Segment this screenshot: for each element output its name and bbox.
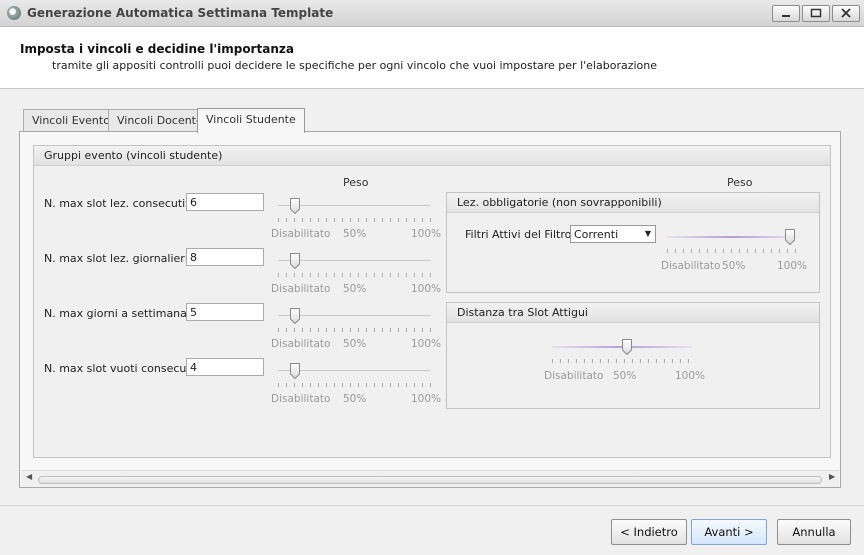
close-icon <box>833 6 859 21</box>
close-button[interactable] <box>832 5 860 22</box>
scale-max-label: 100% <box>411 338 442 350</box>
wizard-header: Imposta i vincoli e decidine l'importanz… <box>0 27 864 89</box>
peso-label-right: Peso <box>727 176 753 189</box>
distanza-group-title: Distanza tra Slot Attigui <box>457 306 588 319</box>
scale-mid-label: 50% <box>343 393 367 405</box>
distanza-scale-max: 100% <box>675 370 706 382</box>
scale-min-label: Disabilitato <box>271 283 331 295</box>
distanza-scale-min: Disabilitato <box>544 370 604 382</box>
scroll-right-icon[interactable]: ▶ <box>829 472 835 481</box>
filter-select-value: Correnti <box>574 228 619 241</box>
chevron-down-icon: ▼ <box>644 229 651 238</box>
constraint-value-input[interactable]: 5 <box>186 303 264 321</box>
tab-vincoli-evento[interactable]: Vincoli Evento <box>23 109 119 132</box>
lez-scale-max: 100% <box>777 260 808 272</box>
next-button[interactable]: Avanti > <box>691 519 767 545</box>
scale-min-label: Disabilitato <box>271 338 331 350</box>
weight-slider[interactable] <box>278 363 433 387</box>
distanza-weight-slider[interactable] <box>552 339 697 363</box>
scale-max-label: 100% <box>411 228 442 240</box>
weight-slider[interactable] <box>278 308 433 332</box>
scale-mid-label: 50% <box>343 228 367 240</box>
constraint-label: N. max slot vuoti consecutivi <box>44 362 204 375</box>
lez-group-header: Lez. obbligatorie (non sovrapponibili) <box>447 193 819 213</box>
bottom-separator <box>0 505 864 506</box>
slider-thumb[interactable] <box>290 308 300 324</box>
constraint-value-input[interactable]: 8 <box>186 248 264 266</box>
page-subtitle: tramite gli appositi controlli puoi deci… <box>52 59 657 72</box>
horizontal-scrollbar[interactable]: ◀ ▶ <box>21 470 839 487</box>
filter-label: Filtri Attivi del Filtro: <box>465 228 576 241</box>
lez-obbligatorie-group: Lez. obbligatorie (non sovrapponibili) F… <box>446 192 820 293</box>
lez-group-title: Lez. obbligatorie (non sovrapponibili) <box>457 196 662 209</box>
tab-vincoli-studente[interactable]: Vincoli Studente <box>197 108 305 133</box>
scale-mid-label: 50% <box>343 338 367 350</box>
lez-scale-mid: 50% <box>722 260 746 272</box>
main-group-title: Gruppi evento (vincoli studente) <box>44 149 223 162</box>
distanza-group: Distanza tra Slot Attigui Disabilitato 5… <box>446 302 820 409</box>
constraint-label: N. max slot lez. giornalieri <box>44 252 188 265</box>
constraint-value-input[interactable]: 4 <box>186 358 264 376</box>
constraint-value-input[interactable]: 6 <box>186 193 264 211</box>
back-button[interactable]: < Indietro <box>611 519 687 545</box>
app-icon <box>7 6 21 20</box>
minimize-button[interactable] <box>772 5 800 22</box>
scale-min-label: Disabilitato <box>271 393 331 405</box>
lez-weight-slider[interactable] <box>667 229 802 253</box>
constraint-label: N. max slot lez. consecutivi <box>44 197 195 210</box>
filter-select[interactable]: Correnti ▼ <box>570 225 656 243</box>
lez-scale-min: Disabilitato <box>661 260 721 272</box>
weight-slider[interactable] <box>278 253 433 277</box>
minimize-icon <box>773 6 799 21</box>
scale-max-label: 100% <box>411 393 442 405</box>
distanza-scale-mid: 50% <box>613 370 637 382</box>
scale-max-label: 100% <box>411 283 442 295</box>
distanza-slider-thumb[interactable] <box>622 339 632 355</box>
scroll-left-icon[interactable]: ◀ <box>26 472 32 481</box>
slider-thumb[interactable] <box>290 363 300 379</box>
window-title: Generazione Automatica Settimana Templat… <box>27 6 334 20</box>
page-title: Imposta i vincoli e decidine l'importanz… <box>20 42 294 56</box>
maximize-icon <box>803 6 829 21</box>
maximize-button[interactable] <box>802 5 830 22</box>
slider-thumb[interactable] <box>290 253 300 269</box>
main-group-header: Gruppi evento (vincoli studente) <box>34 146 830 166</box>
title-bar: Generazione Automatica Settimana Templat… <box>0 0 864 27</box>
constraint-label: N. max giorni a settimana <box>44 307 187 320</box>
scale-min-label: Disabilitato <box>271 228 331 240</box>
lez-slider-thumb[interactable] <box>785 229 795 245</box>
peso-label: Peso <box>343 176 369 189</box>
slider-thumb[interactable] <box>290 198 300 214</box>
distanza-group-header: Distanza tra Slot Attigui <box>447 303 819 323</box>
weight-slider[interactable] <box>278 198 433 222</box>
scroll-thumb[interactable] <box>38 476 822 484</box>
cancel-button[interactable]: Annulla <box>777 519 851 545</box>
scale-mid-label: 50% <box>343 283 367 295</box>
